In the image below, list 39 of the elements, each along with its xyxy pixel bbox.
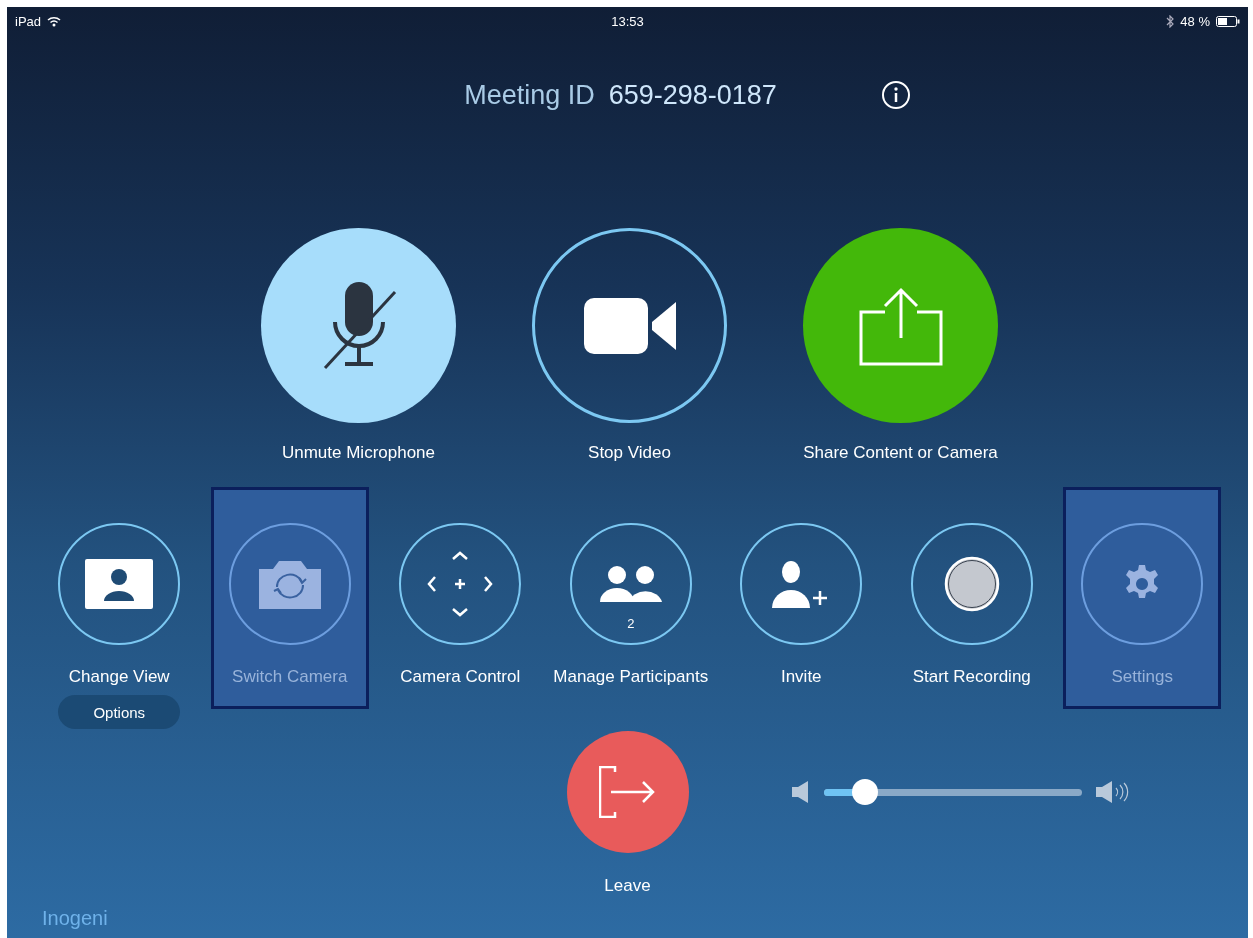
action-label: Stop Video xyxy=(588,443,671,463)
action-label: Change View xyxy=(68,667,170,687)
action-label: Invite xyxy=(780,667,822,687)
people-icon xyxy=(599,566,662,602)
action-button[interactable] xyxy=(532,228,727,423)
action-label: Manage Participants xyxy=(553,667,709,687)
action-button[interactable] xyxy=(58,523,181,645)
video-camera-icon xyxy=(583,297,676,354)
meeting-id: 659-298-0187 xyxy=(608,79,777,111)
device-label: Inogeni xyxy=(42,907,108,930)
participant-count: 2 xyxy=(626,616,636,631)
action-label: Camera Control xyxy=(400,667,521,687)
action-label: Switch Camera xyxy=(232,667,348,687)
wifi-icon xyxy=(47,15,62,27)
action-label: Share Content or Camera xyxy=(803,443,998,463)
info-icon[interactable] xyxy=(880,80,911,110)
switch-camera-icon xyxy=(258,559,321,609)
share-icon xyxy=(858,285,943,366)
battery-percentage: 48 % xyxy=(1180,13,1210,29)
exit-icon xyxy=(598,766,657,818)
leave-label: Leave xyxy=(604,876,651,896)
action-label: Settings xyxy=(1111,667,1173,687)
clock: 13:53 xyxy=(611,13,644,29)
action-button[interactable] xyxy=(740,523,863,645)
action-button[interactable]: 2 xyxy=(569,523,692,645)
action-label: Start Recording xyxy=(912,667,1031,687)
meeting-id-label: Meeting ID xyxy=(464,79,595,111)
direction-pad-icon xyxy=(427,551,494,617)
action-button[interactable] xyxy=(910,523,1033,645)
record-icon xyxy=(943,556,1000,612)
volume-high-icon xyxy=(1095,780,1130,804)
slider-thumb[interactable] xyxy=(851,779,878,805)
volume-low-icon xyxy=(791,780,810,804)
action-label: Unmute Microphone xyxy=(281,443,436,463)
battery-icon xyxy=(1216,15,1240,27)
options-button[interactable]: Options xyxy=(58,695,181,729)
portrait-icon xyxy=(85,559,154,609)
bluetooth-icon xyxy=(1166,14,1175,28)
device-name: iPad xyxy=(15,13,42,29)
